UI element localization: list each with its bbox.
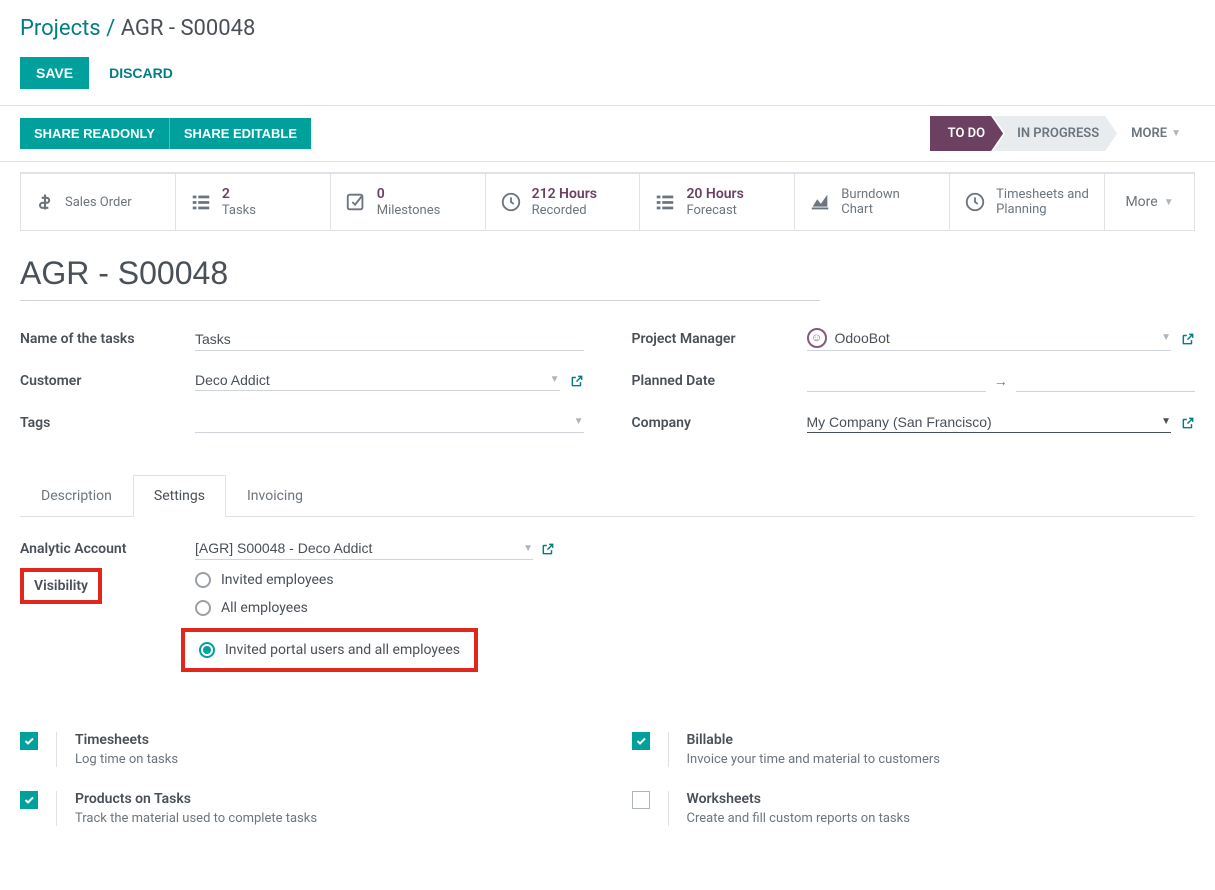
tab-invoicing[interactable]: Invoicing [226, 475, 324, 516]
stat-boxes: Sales Order 2 Tasks 0 Milestones 212 Hou… [20, 172, 1195, 231]
chart-area-icon [809, 191, 831, 213]
stat-hours-recorded[interactable]: 212 Hours Recorded [486, 173, 641, 231]
visibility-option-highlight: Invited portal users and all employees [181, 628, 478, 672]
tab-settings[interactable]: Settings [133, 475, 226, 517]
action-bar: SAVE DISCARD [0, 49, 1215, 105]
status-more[interactable]: MORE ▼ [1117, 116, 1195, 151]
chevron-down-icon[interactable]: ▼ [550, 374, 560, 385]
visibility-invited-employees[interactable]: Invited employees [195, 572, 478, 588]
chevron-down-icon: ▼ [1164, 197, 1174, 208]
radio-icon [199, 642, 215, 658]
customer-input[interactable] [195, 372, 542, 388]
tabs: Description Settings Invoicing [20, 475, 1195, 517]
check-square-icon [345, 191, 367, 213]
worksheets-desc: Create and fill custom reports on tasks [687, 811, 1196, 826]
stat-timesheets-planning[interactable]: Timesheets and Planning [950, 173, 1105, 231]
dollar-icon [35, 192, 55, 212]
status-in-progress[interactable]: IN PROGRESS [993, 116, 1117, 151]
worksheets-title: Worksheets [687, 791, 1196, 807]
planned-date-label: Planned Date [632, 373, 807, 389]
tags-input[interactable] [195, 414, 566, 430]
discard-button[interactable]: DISCARD [109, 65, 173, 81]
share-status-bar: SHARE READONLY SHARE EDITABLE TO DO IN P… [0, 106, 1215, 162]
worksheets-checkbox[interactable] [632, 791, 650, 809]
visibility-label-highlight: Visibility [20, 568, 102, 604]
planned-date-start[interactable] [807, 370, 986, 392]
chevron-down-icon[interactable]: ▼ [1161, 332, 1171, 343]
visibility-portal-users[interactable]: Invited portal users and all employees [199, 642, 460, 658]
stat-hours-forecast[interactable]: 20 Hours Forecast [640, 173, 795, 231]
chevron-down-icon[interactable]: ▼ [523, 543, 533, 554]
analytic-account-label: Analytic Account [20, 537, 195, 557]
share-editable-button[interactable]: SHARE EDITABLE [170, 118, 311, 149]
stat-sales-order[interactable]: Sales Order [20, 173, 176, 231]
timesheets-title: Timesheets [75, 732, 584, 748]
timesheets-checkbox[interactable] [20, 732, 38, 750]
status-todo[interactable]: TO DO [930, 116, 1003, 151]
planned-date-end[interactable] [1016, 370, 1195, 392]
project-manager-input[interactable] [835, 330, 1154, 346]
share-readonly-button[interactable]: SHARE READONLY [20, 118, 170, 149]
status-bar: TO DO IN PROGRESS MORE ▼ [930, 116, 1195, 151]
chevron-down-icon[interactable]: ▼ [1161, 416, 1171, 427]
arrow-right-icon: → [994, 373, 1008, 390]
products-title: Products on Tasks [75, 791, 584, 807]
radio-icon [195, 600, 211, 616]
stat-burndown[interactable]: Burndown Chart [795, 173, 950, 231]
task-name-label: Name of the tasks [20, 331, 195, 347]
avatar: ☺ [807, 328, 827, 348]
clock-icon [964, 191, 986, 213]
task-name-input[interactable] [195, 328, 584, 351]
timesheets-desc: Log time on tasks [75, 752, 584, 767]
radio-icon [195, 572, 211, 588]
stat-tasks[interactable]: 2 Tasks [176, 173, 331, 231]
visibility-label: Visibility [34, 578, 88, 594]
external-link-icon[interactable] [1181, 416, 1195, 430]
chevron-down-icon: ▼ [1171, 128, 1181, 139]
clock-icon [500, 191, 522, 213]
stat-more[interactable]: More ▼ [1105, 173, 1195, 231]
breadcrumb-current: AGR - S00048 [121, 16, 256, 41]
products-on-tasks-checkbox[interactable] [20, 791, 38, 809]
external-link-icon[interactable] [1181, 332, 1195, 346]
breadcrumb-root[interactable]: Projects [20, 16, 101, 41]
chevron-down-icon[interactable]: ▼ [574, 416, 584, 427]
breadcrumb: Projects / AGR - S00048 [0, 0, 1215, 49]
company-input[interactable] [807, 414, 1154, 430]
billable-title: Billable [687, 732, 1196, 748]
tab-description[interactable]: Description [20, 475, 133, 516]
products-desc: Track the material used to complete task… [75, 811, 584, 826]
customer-label: Customer [20, 373, 195, 389]
tasks-icon [654, 191, 676, 213]
project-title-input[interactable] [20, 251, 820, 301]
tasks-icon [190, 191, 212, 213]
billable-desc: Invoice your time and material to custom… [687, 752, 1196, 767]
billable-checkbox[interactable] [632, 732, 650, 750]
visibility-all-employees[interactable]: All employees [195, 600, 478, 616]
analytic-account-input[interactable] [195, 540, 523, 556]
tags-label: Tags [20, 415, 195, 431]
save-button[interactable]: SAVE [20, 57, 89, 89]
project-manager-label: Project Manager [632, 331, 807, 347]
company-label: Company [632, 415, 807, 431]
external-link-icon[interactable] [541, 542, 555, 556]
external-link-icon[interactable] [570, 374, 584, 388]
stat-milestones[interactable]: 0 Milestones [331, 173, 486, 231]
